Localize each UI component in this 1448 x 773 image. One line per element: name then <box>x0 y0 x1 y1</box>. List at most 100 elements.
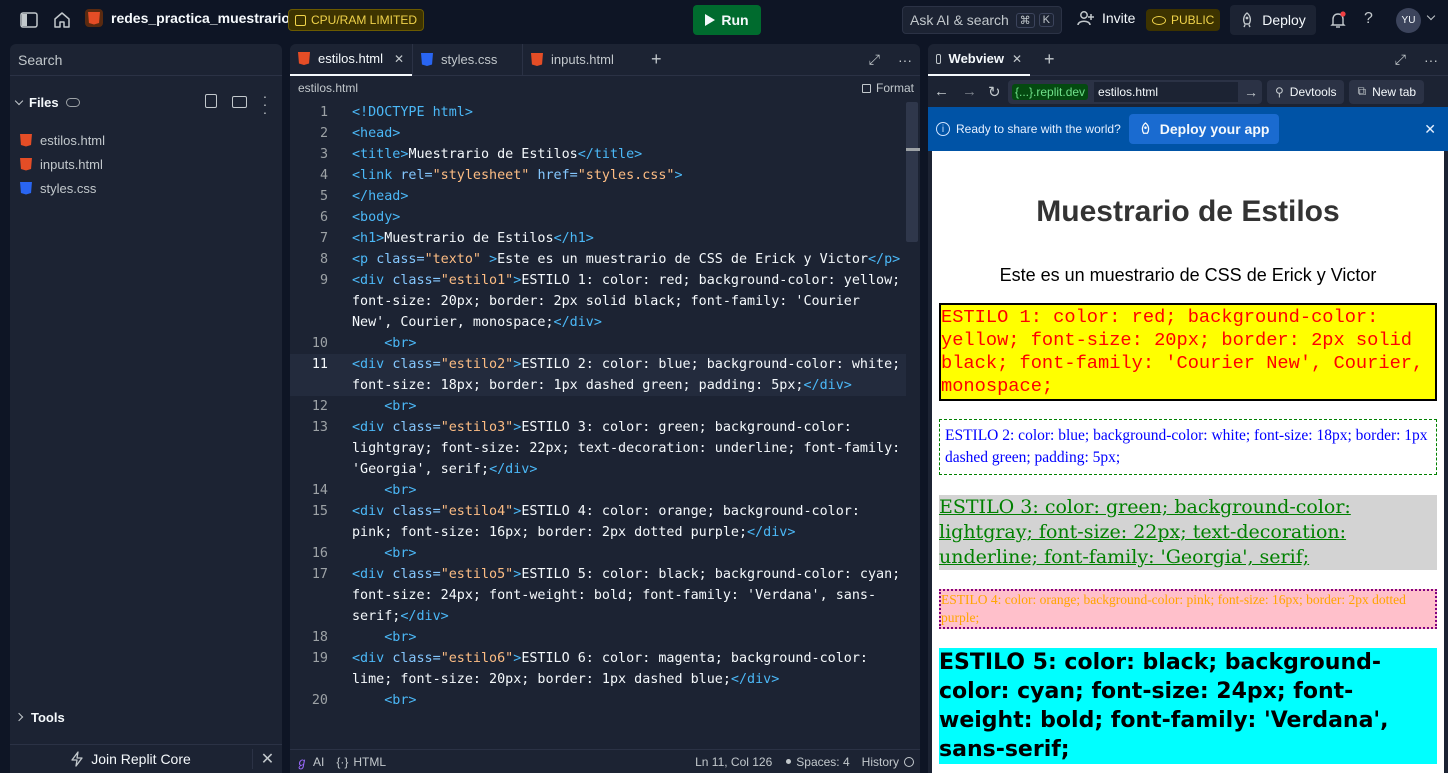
line-content[interactable]: <br> <box>336 480 906 501</box>
code-line[interactable]: 12 <br> <box>290 396 906 417</box>
expand-icon[interactable]: ⤢ <box>1395 51 1406 68</box>
deploy-button[interactable]: Deploy <box>1230 5 1316 35</box>
format-button[interactable]: Format <box>861 81 914 95</box>
run-label: Run <box>721 12 749 28</box>
line-content[interactable]: <div class="estilo1">ESTILO 1: color: re… <box>336 270 906 333</box>
line-content[interactable]: <br> <box>336 627 906 648</box>
avatar-chevron-down-icon[interactable] <box>1426 11 1436 21</box>
code-area[interactable]: 1 <!DOCTYPE html> 2 <head> 3 <title>Muestrari… <box>290 102 906 711</box>
back-arrow-icon[interactable]: ← <box>934 83 956 100</box>
line-content[interactable]: <div class="estilo3">ESTILO 3: color: gr… <box>336 417 906 480</box>
home-icon[interactable] <box>52 10 72 30</box>
public-badge[interactable]: PUBLIC <box>1146 9 1221 31</box>
line-content[interactable]: <head> <box>336 123 906 144</box>
code-line[interactable]: 13 <div class="estilo3">ESTILO 3: color: … <box>290 417 906 480</box>
tab-close-icon[interactable]: ✕ <box>1012 52 1022 66</box>
url-domain: {...}.replit.dev <box>1012 83 1089 100</box>
run-button[interactable]: Run <box>693 5 761 35</box>
file-search[interactable]: Search <box>10 44 282 76</box>
code-line[interactable]: 11 <div class="estilo2">ESTILO 2: color: … <box>290 354 906 396</box>
tools-label: Tools <box>31 709 65 725</box>
code-line[interactable]: 4 <link rel="stylesheet" href="styles.css… <box>290 165 906 186</box>
line-content[interactable]: <title>Muestrario de Estilos</title> <box>336 144 906 165</box>
notification-bell-icon[interactable] <box>1330 11 1346 29</box>
more-options-icon[interactable]: ··· <box>1424 52 1438 68</box>
go-arrow-icon[interactable]: → <box>1244 84 1258 100</box>
tab-estilos-html[interactable]: estilos.html ✕ <box>290 44 412 76</box>
editor-scrollbar[interactable] <box>906 102 918 242</box>
language-status[interactable]: {·} HTML <box>336 755 386 769</box>
banner-close-icon[interactable]: ✕ <box>1424 121 1436 138</box>
new-tab-plus-icon[interactable]: + <box>651 49 662 70</box>
more-options-icon[interactable]: ··· <box>898 52 912 68</box>
line-number: 12 <box>311 399 328 414</box>
line-content[interactable]: <link rel="stylesheet" href="styles.css"… <box>336 165 906 186</box>
file-item-inputs[interactable]: inputs.html <box>10 152 282 176</box>
code-line[interactable]: 10 <br> <box>290 333 906 354</box>
tab-styles-css[interactable]: styles.css <box>412 44 522 76</box>
sidebar-toggle-icon[interactable] <box>20 11 38 29</box>
line-content[interactable]: <!DOCTYPE html> <box>336 102 906 123</box>
history-button[interactable]: History <box>862 755 914 769</box>
line-content[interactable]: <body> <box>336 207 906 228</box>
invite-button[interactable]: Invite <box>1077 10 1135 26</box>
resource-badge[interactable]: CPU/RAM LIMITED <box>288 9 425 31</box>
code-line[interactable]: 20 <br> <box>290 690 906 711</box>
new-file-icon[interactable] <box>205 94 217 108</box>
code-line[interactable]: 9 <div class="estilo1">ESTILO 1: color: r… <box>290 270 906 333</box>
line-content[interactable]: <h1>Muestrario de Estilos</h1> <box>336 228 906 249</box>
code-line[interactable]: 19 <div class="estilo6">ESTILO 6: color: … <box>290 648 906 690</box>
line-number: 16 <box>311 546 328 561</box>
line-content[interactable]: <br> <box>336 396 906 417</box>
line-content[interactable]: <div class="estilo2">ESTILO 2: color: bl… <box>336 354 906 396</box>
tab-inputs-html[interactable]: inputs.html <box>522 44 637 76</box>
join-core-button[interactable]: Join Replit Core <box>10 751 252 767</box>
project-switcher[interactable]: redes_practica_muestrario <box>85 9 290 27</box>
url-bar[interactable]: {...}.replit.dev estilos.html → <box>1008 79 1262 104</box>
deploy-app-button[interactable]: Deploy your app <box>1128 114 1280 144</box>
new-tab-button[interactable]: ⧉ New tab <box>1349 79 1425 104</box>
line-content[interactable]: <br> <box>336 543 906 564</box>
help-icon[interactable]: ? <box>1364 10 1373 28</box>
line-content[interactable]: <div class="estilo4">ESTILO 4: color: or… <box>336 501 906 543</box>
line-content[interactable]: <div class="estilo6">ESTILO 6: color: ma… <box>336 648 906 690</box>
code-line[interactable]: 14 <br> <box>290 480 906 501</box>
line-content[interactable]: <div class="estilo5">ESTILO 5: color: bl… <box>336 564 906 627</box>
code-line[interactable]: 18 <br> <box>290 627 906 648</box>
code-line[interactable]: 6 <body> <box>290 207 906 228</box>
devtools-button[interactable]: ⚲ Devtools <box>1267 79 1345 104</box>
code-line[interactable]: 7 <h1>Muestrario de Estilos</h1> <box>290 228 906 249</box>
line-content[interactable]: <p class="texto" >Este es un muestrario … <box>336 249 906 270</box>
ai-status[interactable]: ℊ AI <box>296 753 324 770</box>
tools-section[interactable]: Tools <box>10 706 282 728</box>
code-line[interactable]: 8 <p class="texto" >Este es un muestrario… <box>290 249 906 270</box>
breadcrumb[interactable]: estilos.html <box>298 81 862 95</box>
line-content[interactable]: </head> <box>336 186 906 207</box>
more-options-icon[interactable]: ··· <box>262 89 268 119</box>
code-line[interactable]: 15 <div class="estilo4">ESTILO 4: color: … <box>290 501 906 543</box>
ask-ai-search[interactable]: Ask AI & search ⌘ K <box>902 6 1062 34</box>
cursor-position[interactable]: Ln 11, Col 126 <box>695 755 772 769</box>
reload-icon[interactable]: ↻ <box>988 83 1006 101</box>
tab-close-icon[interactable]: ✕ <box>394 52 404 66</box>
line-content[interactable]: <br> <box>336 333 906 354</box>
code-line[interactable]: 2 <head> <box>290 123 906 144</box>
file-item-styles[interactable]: styles.css <box>10 176 282 200</box>
code-line[interactable]: 17 <div class="estilo5">ESTILO 5: color: … <box>290 564 906 627</box>
project-name: redes_practica_muestrario <box>111 10 290 26</box>
avatar[interactable]: YU <box>1396 8 1421 33</box>
forward-arrow-icon[interactable]: → <box>962 83 988 100</box>
new-tab-plus-icon[interactable]: + <box>1044 49 1055 70</box>
code-line[interactable]: 16 <br> <box>290 543 906 564</box>
new-folder-icon[interactable] <box>232 96 247 108</box>
line-content[interactable]: <br> <box>336 690 906 711</box>
close-icon[interactable]: ✕ <box>252 749 282 769</box>
indent-status[interactable]: Spaces: 4 <box>786 755 850 769</box>
file-item-estilos[interactable]: estilos.html <box>10 128 282 152</box>
tab-webview[interactable]: Webview ✕ <box>928 44 1030 76</box>
code-line[interactable]: 5 </head> <box>290 186 906 207</box>
code-line[interactable]: 3 <title>Muestrario de Estilos</title> <box>290 144 906 165</box>
expand-icon[interactable]: ⤢ <box>869 51 880 68</box>
code-line[interactable]: 1 <!DOCTYPE html> <box>290 102 906 123</box>
file-name: styles.css <box>40 180 97 196</box>
